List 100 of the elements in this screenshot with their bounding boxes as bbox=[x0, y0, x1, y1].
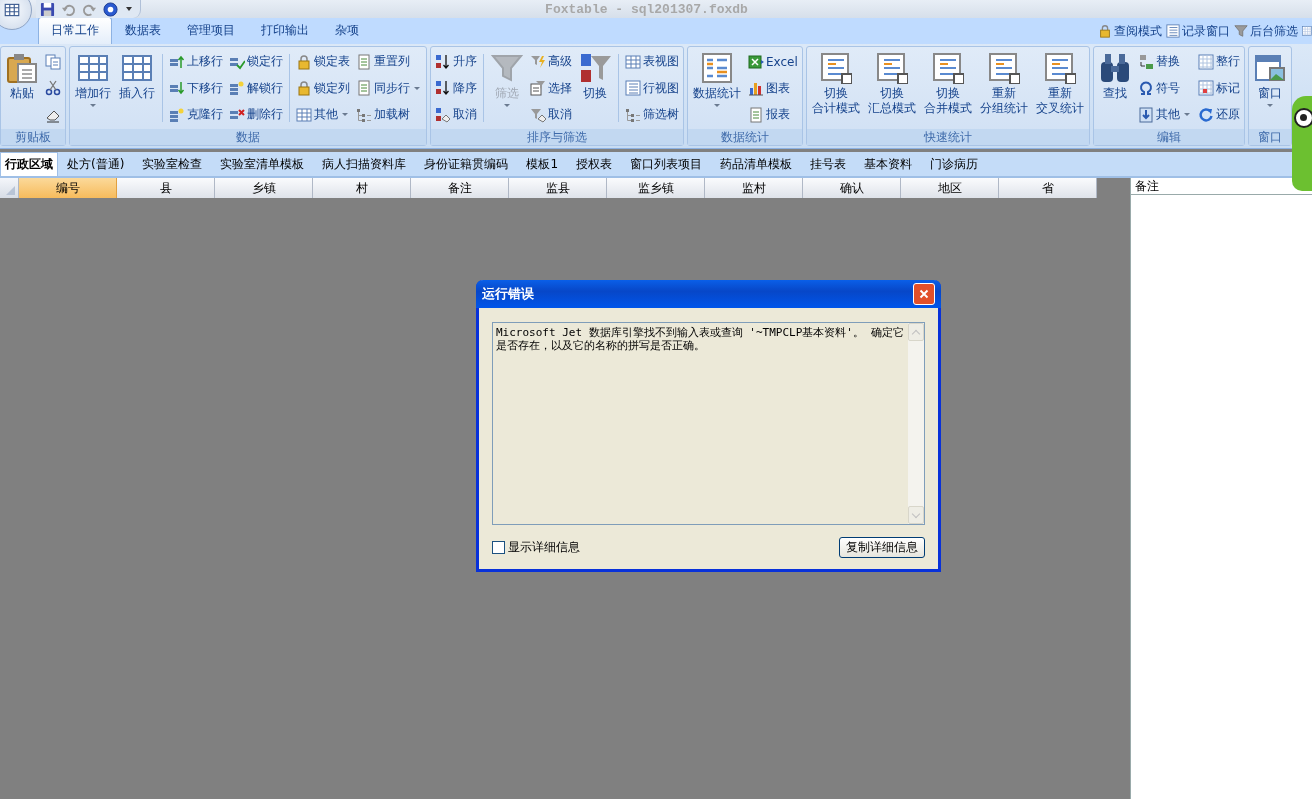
checkbox[interactable] bbox=[492, 541, 505, 554]
column-header[interactable]: 监乡镇 bbox=[607, 178, 705, 198]
table-icon bbox=[931, 52, 964, 84]
ribbon-tab[interactable]: 管理项目 bbox=[174, 17, 248, 44]
column-header[interactable]: 确认 bbox=[803, 178, 901, 198]
lightning-funnel-icon bbox=[530, 53, 546, 70]
ribbon-button[interactable]: 重置列 bbox=[356, 51, 422, 72]
grid-icon bbox=[1302, 24, 1312, 38]
ribbon-button[interactable]: 表视图 bbox=[625, 51, 679, 72]
table-icon bbox=[819, 52, 852, 84]
customize-caret-icon[interactable] bbox=[126, 7, 132, 11]
ribbon-button[interactable]: 解锁行 bbox=[229, 77, 283, 99]
column-header[interactable]: 地区 bbox=[901, 178, 999, 198]
table-icon bbox=[77, 52, 109, 84]
help-icon bbox=[103, 1, 118, 17]
sheet-tab[interactable]: 基本资料 bbox=[855, 153, 921, 176]
ribbon-button[interactable]: 切换 合并模式 bbox=[920, 50, 975, 126]
ribbon-button[interactable]: 窗口 bbox=[1250, 50, 1289, 126]
sheet-tab[interactable]: 实验室清单模板 bbox=[211, 153, 314, 176]
ribbon-button[interactable]: 加载树 bbox=[356, 104, 422, 125]
column-header[interactable]: 省 bbox=[999, 178, 1097, 198]
clipboard-icon bbox=[6, 52, 38, 84]
toolbar-button[interactable]: 记录窗口 bbox=[1166, 22, 1230, 40]
ribbon-button[interactable]: 标记 bbox=[1197, 77, 1240, 99]
ribbon-button[interactable]: 数据统计 bbox=[690, 50, 744, 126]
ribbon-button[interactable]: 查找 bbox=[1095, 50, 1134, 126]
ribbon-tab[interactable]: 打印输出 bbox=[248, 17, 322, 44]
ribbon-button[interactable]: 粘贴 bbox=[3, 50, 41, 126]
column-header[interactable]: 监村 bbox=[705, 178, 803, 198]
ribbon-tab[interactable]: 数据表 bbox=[112, 17, 174, 44]
column-header[interactable]: 村 bbox=[313, 178, 411, 198]
sheet-tab[interactable]: 行政区域 bbox=[0, 152, 58, 176]
close-button[interactable] bbox=[913, 283, 935, 305]
ribbon-button[interactable]: 下移行 bbox=[169, 77, 223, 99]
ribbon-button[interactable]: 替换 bbox=[1137, 51, 1192, 72]
ribbon-button[interactable]: 取消 bbox=[435, 104, 477, 125]
dialog-title: 运行错误 bbox=[482, 285, 534, 303]
sheet-tab[interactable]: 身份证籍贯编码 bbox=[415, 153, 518, 176]
column-header[interactable]: 备注 bbox=[411, 178, 509, 198]
ribbon-button[interactable]: 锁定行 bbox=[229, 51, 283, 72]
ribbon-button[interactable]: 重新 分组统计 bbox=[976, 50, 1031, 126]
caret-icon bbox=[1266, 104, 1273, 107]
ribbon-button[interactable]: 筛选树 bbox=[625, 104, 679, 125]
ribbon-button[interactable]: 上移行 bbox=[169, 51, 223, 72]
ribbon-button[interactable]: 选择 bbox=[530, 77, 572, 99]
error-message: Microsoft Jet 数据库引擎找不到输入表或查询 '~TMPCLP基本资料'。 确定它是否存在，以及它的名称的拼写是否正确。 bbox=[495, 325, 905, 354]
ribbon-button[interactable]: 重新 交叉统计 bbox=[1032, 50, 1087, 126]
ribbon-button[interactable]: 图表 bbox=[748, 77, 798, 99]
column-header[interactable]: 县 bbox=[117, 178, 215, 198]
ribbon-button[interactable]: 其他 bbox=[296, 104, 350, 125]
column-header[interactable]: 乡镇 bbox=[215, 178, 313, 198]
ribbon-button[interactable]: 增加行 bbox=[72, 50, 114, 126]
ribbon-button[interactable]: 切换 合计模式 bbox=[808, 50, 863, 126]
column-header[interactable]: 监县 bbox=[509, 178, 607, 198]
ribbon-button[interactable]: 克隆行 bbox=[169, 104, 223, 125]
ribbon-tab[interactable]: 杂项 bbox=[322, 17, 372, 44]
list-funnel-icon bbox=[530, 80, 546, 96]
column-header[interactable]: 编号 bbox=[19, 178, 117, 198]
group-label: 窗口 bbox=[1248, 129, 1291, 145]
ribbon-button[interactable]: 锁定表 bbox=[296, 51, 350, 72]
caret-icon bbox=[414, 86, 420, 90]
ribbon-button[interactable]: 降序 bbox=[435, 77, 477, 99]
sheet-tab[interactable]: 处方(普通) bbox=[58, 153, 134, 176]
ribbon-button[interactable]: 高级 bbox=[530, 51, 572, 72]
ribbon-button[interactable]: 取消 bbox=[530, 104, 572, 125]
ribbon-button[interactable]: 还原 bbox=[1197, 104, 1240, 125]
ribbon-button[interactable]: 同步行 bbox=[356, 77, 422, 99]
spreadsheet-icon bbox=[748, 53, 764, 70]
sheet-tab[interactable]: 实验室检查 bbox=[133, 153, 212, 176]
symbol-icon bbox=[1137, 80, 1154, 96]
grid-icon bbox=[1197, 53, 1214, 70]
toolbar-button[interactable]: 查阅模式 bbox=[1098, 22, 1162, 40]
sheet-tab[interactable]: 药品清单模板 bbox=[711, 153, 801, 176]
rows-icon bbox=[229, 80, 245, 96]
ribbon-button[interactable]: 升序 bbox=[435, 51, 477, 72]
sheet-tab[interactable]: 授权表 bbox=[567, 153, 621, 176]
group-label: 排序与筛选 bbox=[431, 129, 683, 145]
ribbon-button[interactable]: 切换 汇总模式 bbox=[864, 50, 919, 126]
ribbon-button[interactable]: 整行 bbox=[1197, 51, 1240, 72]
sheet-tab[interactable]: 模板1 bbox=[517, 153, 567, 176]
ribbon-button[interactable]: 插入行 bbox=[116, 50, 158, 126]
ribbon-button[interactable]: 符号 bbox=[1137, 77, 1192, 99]
ribbon-button[interactable]: 其他 bbox=[1137, 104, 1192, 125]
sheet-tab[interactable]: 门诊病历 bbox=[921, 153, 987, 176]
ribbon-button[interactable]: 报表 bbox=[748, 104, 798, 125]
toolbar-button[interactable]: 后台筛选 bbox=[1234, 22, 1298, 40]
ribbon-button[interactable]: 切换 bbox=[576, 50, 614, 126]
group-label: 快速统计 bbox=[806, 129, 1089, 145]
ribbon-button[interactable]: 删除行 bbox=[229, 104, 283, 125]
ribbon-button[interactable]: 行视图 bbox=[625, 77, 679, 99]
ribbon-button[interactable]: 锁定列 bbox=[296, 77, 350, 99]
ribbon-tab[interactable]: 日常工作 bbox=[38, 17, 112, 44]
sheet-tab[interactable]: 窗口列表项目 bbox=[621, 153, 711, 176]
table-icon bbox=[121, 52, 153, 84]
sheet-tab[interactable]: 病人扫描资料库 bbox=[313, 153, 416, 176]
ribbon-button[interactable]: Excel bbox=[748, 51, 798, 72]
scissors-icon bbox=[45, 80, 61, 96]
list-icon bbox=[625, 80, 641, 96]
sheet-tab[interactable]: 挂号表 bbox=[801, 153, 855, 176]
copy-details-button[interactable]: 复制详细信息 bbox=[839, 537, 925, 558]
